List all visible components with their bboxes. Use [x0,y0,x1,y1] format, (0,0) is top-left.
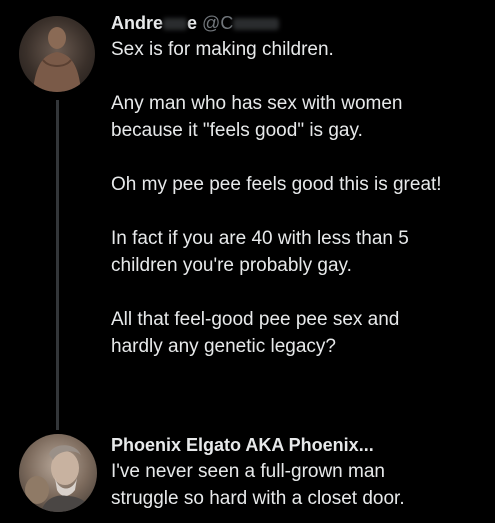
profile-photo-icon [25,445,91,512]
tweet-paragraph: Any man who has sex with women because i… [111,93,403,141]
profile-photo-icon [33,27,81,92]
display-name-end[interactable]: e [187,13,197,33]
tweet-paragraph: In fact if you are 40 with less than 5 c… [111,228,409,276]
redacted-name-blur [163,18,188,31]
handle[interactable]: @C [202,13,233,33]
display-name-start[interactable]: Andre [111,13,163,33]
tweet-header: Phoenix Elgato AKA Phoenix... [111,432,491,458]
tweet-paragraph: Sex is for making children. [111,39,334,60]
avatar[interactable] [19,16,95,92]
tweet-paragraph: All that feel-good pee pee sex and hardl… [111,309,400,357]
tweet-paragraph: Oh my pee pee feels good this is great! [111,174,442,195]
redacted-handle-blur [233,18,280,31]
tweet-body: Sex is for making children. Any man who … [111,36,491,360]
thread-connector-line [56,100,59,430]
avatar[interactable] [19,434,97,512]
display-name[interactable]: Phoenix Elgato AKA Phoenix... [111,435,374,455]
tweet[interactable]: Andre e @C Sex is for making children. An… [111,10,491,360]
tweet-text: I've never seen a full-grown man struggl… [111,461,405,509]
tweet-body: I've never seen a full-grown man struggl… [111,458,491,512]
tweet[interactable]: Phoenix Elgato AKA Phoenix... I've never… [111,432,491,512]
tweet-header: Andre e @C [111,10,491,36]
